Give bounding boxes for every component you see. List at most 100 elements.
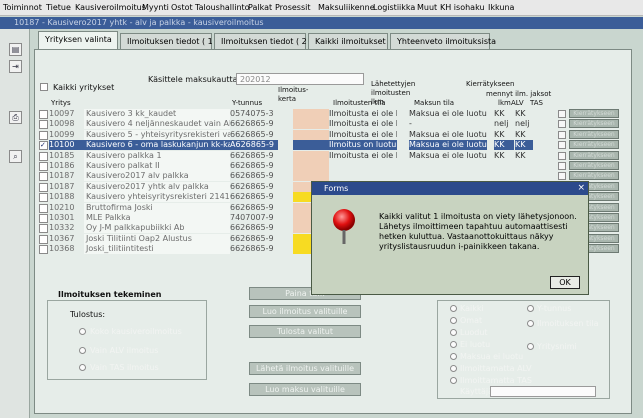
col-lkm: lkm: [498, 99, 511, 107]
report-status: [329, 171, 397, 181]
window-title-bar: 10187 - Kausivero2017 yhtk - alv ja palk…: [0, 17, 643, 29]
row-checkbox[interactable]: [39, 110, 48, 119]
radio-maksua-ei-luotu[interactable]: [450, 353, 457, 360]
menu-taloushallinto[interactable]: Taloushallinto: [195, 3, 250, 12]
radio-ilm-alv[interactable]: [450, 365, 457, 372]
radio-ilm-tas[interactable]: [450, 377, 457, 384]
menu-kausiveroilmoitus[interactable]: Kausiveroilmoitus: [75, 3, 146, 12]
recycle-button[interactable]: Kierrätykseen: [569, 109, 619, 118]
menu-kh-isohaku[interactable]: KH isohaku: [440, 3, 485, 12]
recycle-button[interactable]: Kierrätykseen: [569, 119, 619, 128]
table-row[interactable]: ✓ 10100 Kausivero 6 - oma laskukanjun kk-k…: [37, 140, 559, 150]
info-button[interactable]: [558, 152, 566, 160]
row-checkbox[interactable]: ✓: [39, 141, 48, 150]
tas-period: KK: [515, 130, 526, 139]
table-row[interactable]: 10097 Kausivero 3 kk_kaudet 0574075-3 Ilmoi…: [37, 109, 559, 119]
tab-ilmoituksen-tiedot-2[interactable]: Ilmoituksen tiedot ( 2 ): [214, 33, 312, 49]
company-number: 10210: [49, 203, 75, 212]
radio-vain-tas[interactable]: [79, 364, 86, 371]
alv-period: nelj: [494, 119, 509, 128]
radio-koko[interactable]: [79, 328, 86, 335]
recycle-button[interactable]: Kierrätykseen: [569, 140, 619, 149]
company-ytunnus: 6626865-9: [230, 182, 274, 191]
exit-icon[interactable]: ⇥: [9, 60, 22, 73]
tas-period: [515, 171, 533, 181]
menu-maksuliikenne[interactable]: Maksuliikenne: [318, 3, 375, 12]
recycle-button[interactable]: Kierrätykseen: [569, 130, 619, 139]
radio-yritysnimi[interactable]: [527, 343, 534, 350]
company-number: 10099: [49, 130, 75, 139]
company-ytunnus: 6626865-9: [230, 244, 274, 253]
info-button[interactable]: [558, 131, 566, 139]
table-row[interactable]: 10098 Kausivero 4 neljänneskaudet vain AL…: [37, 119, 559, 129]
row-checkbox[interactable]: [39, 131, 48, 140]
print-selected-button[interactable]: Tulosta valitut: [249, 325, 361, 338]
row-checkbox[interactable]: [39, 120, 48, 129]
info-button[interactable]: [558, 162, 566, 170]
menu-tietue[interactable]: Tietue: [46, 3, 71, 12]
info-button[interactable]: [558, 120, 566, 128]
menu-toiminnot[interactable]: Toiminnot: [3, 3, 42, 12]
row-checkbox[interactable]: [39, 224, 48, 233]
close-icon[interactable]: ×: [577, 183, 585, 193]
row-checkbox[interactable]: [39, 245, 48, 254]
radio-ei-luotu[interactable]: [450, 341, 457, 348]
row-checkbox[interactable]: [39, 162, 48, 171]
alv-period: [494, 161, 514, 171]
search-icon[interactable]: ⌕: [9, 150, 22, 163]
radio-ytunnus[interactable]: [527, 305, 534, 312]
company-ytunnus: 6626865-9: [230, 223, 274, 232]
radio-omat[interactable]: [450, 317, 457, 324]
info-button[interactable]: [558, 141, 566, 149]
company-number: 10097: [49, 109, 75, 118]
alv-period: KK: [494, 130, 505, 139]
kayttaja-field[interactable]: [490, 386, 596, 397]
save-icon[interactable]: ▤: [9, 43, 22, 56]
row-checkbox[interactable]: [39, 235, 48, 244]
row-checkbox[interactable]: [39, 204, 48, 213]
table-row[interactable]: 10099 Kausivero 5 - yhteisyritysrekisteri…: [37, 130, 559, 140]
menu-prosessit[interactable]: Prosessit: [275, 3, 310, 12]
menu-muut[interactable]: Muut: [417, 3, 437, 12]
row-checkbox[interactable]: [39, 172, 48, 181]
radio-kaikki[interactable]: [450, 305, 457, 312]
tab-kaikki-ilmoitukset[interactable]: Kaikki ilmoitukset: [308, 33, 388, 49]
report-count-cell: [293, 140, 329, 150]
payment-status: Maksua ei ole luotu: [409, 140, 487, 150]
row-checkbox[interactable]: [39, 193, 48, 202]
tab-yhteenveto[interactable]: Yhteenveto ilmoituksista: [390, 33, 496, 49]
alv-period: KK: [494, 151, 505, 160]
company-name: Kausivero palkka 1: [84, 151, 230, 161]
create-payment-button[interactable]: Luo maksu valituille: [249, 383, 361, 396]
menu-palkat[interactable]: Palkat: [248, 3, 272, 12]
recycle-button[interactable]: Kierrätykseen: [569, 151, 619, 160]
recycle-button[interactable]: Kierrätykseen: [569, 161, 619, 170]
menu-ostot[interactable]: Ostot: [171, 3, 193, 12]
sent-count-cell: [397, 140, 409, 150]
radio-vain-alv[interactable]: [79, 347, 86, 354]
tab-yrityksen-valinta[interactable]: Yrityksen valinta: [38, 31, 118, 49]
create-report-button[interactable]: Luo ilmoitus valituille: [249, 305, 361, 318]
table-row[interactable]: 10186 Kausivero palkat II 6626865-9: [37, 161, 559, 171]
period-field[interactable]: 202012: [236, 73, 364, 85]
print-icon[interactable]: ⎙: [9, 111, 22, 124]
menu-myynti[interactable]: Myynti: [142, 3, 169, 12]
row-checkbox[interactable]: [39, 183, 48, 192]
all-companies-checkbox[interactable]: [40, 83, 48, 91]
table-row[interactable]: 10187 Kausivero2017 alv palkka 6626865-9: [37, 171, 559, 181]
info-button[interactable]: [558, 172, 566, 180]
table-row[interactable]: 10185 Kausivero palkka 1 6626865-9 Ilmoitus…: [37, 151, 559, 161]
recycle-button[interactable]: Kierrätykseen: [569, 171, 619, 180]
ok-button[interactable]: OK: [550, 276, 580, 289]
col-ytunnus: Y-tunnus: [232, 99, 263, 107]
tab-ilmoituksen-tiedot-1[interactable]: Ilmoituksen tiedot ( 1 ): [120, 33, 218, 49]
info-button[interactable]: [558, 110, 566, 118]
row-checkbox[interactable]: [39, 152, 48, 161]
company-ytunnus: 6626865-9: [230, 192, 274, 201]
menu-ikkuna[interactable]: Ikkuna: [488, 3, 514, 12]
menu-logistiikka[interactable]: Logistiikka: [373, 3, 415, 12]
send-report-button[interactable]: Lähetä ilmoitus valituille: [249, 362, 361, 375]
radio-ilmoituksen-tila[interactable]: [527, 320, 534, 327]
row-checkbox[interactable]: [39, 214, 48, 223]
radio-luodut[interactable]: [450, 329, 457, 336]
